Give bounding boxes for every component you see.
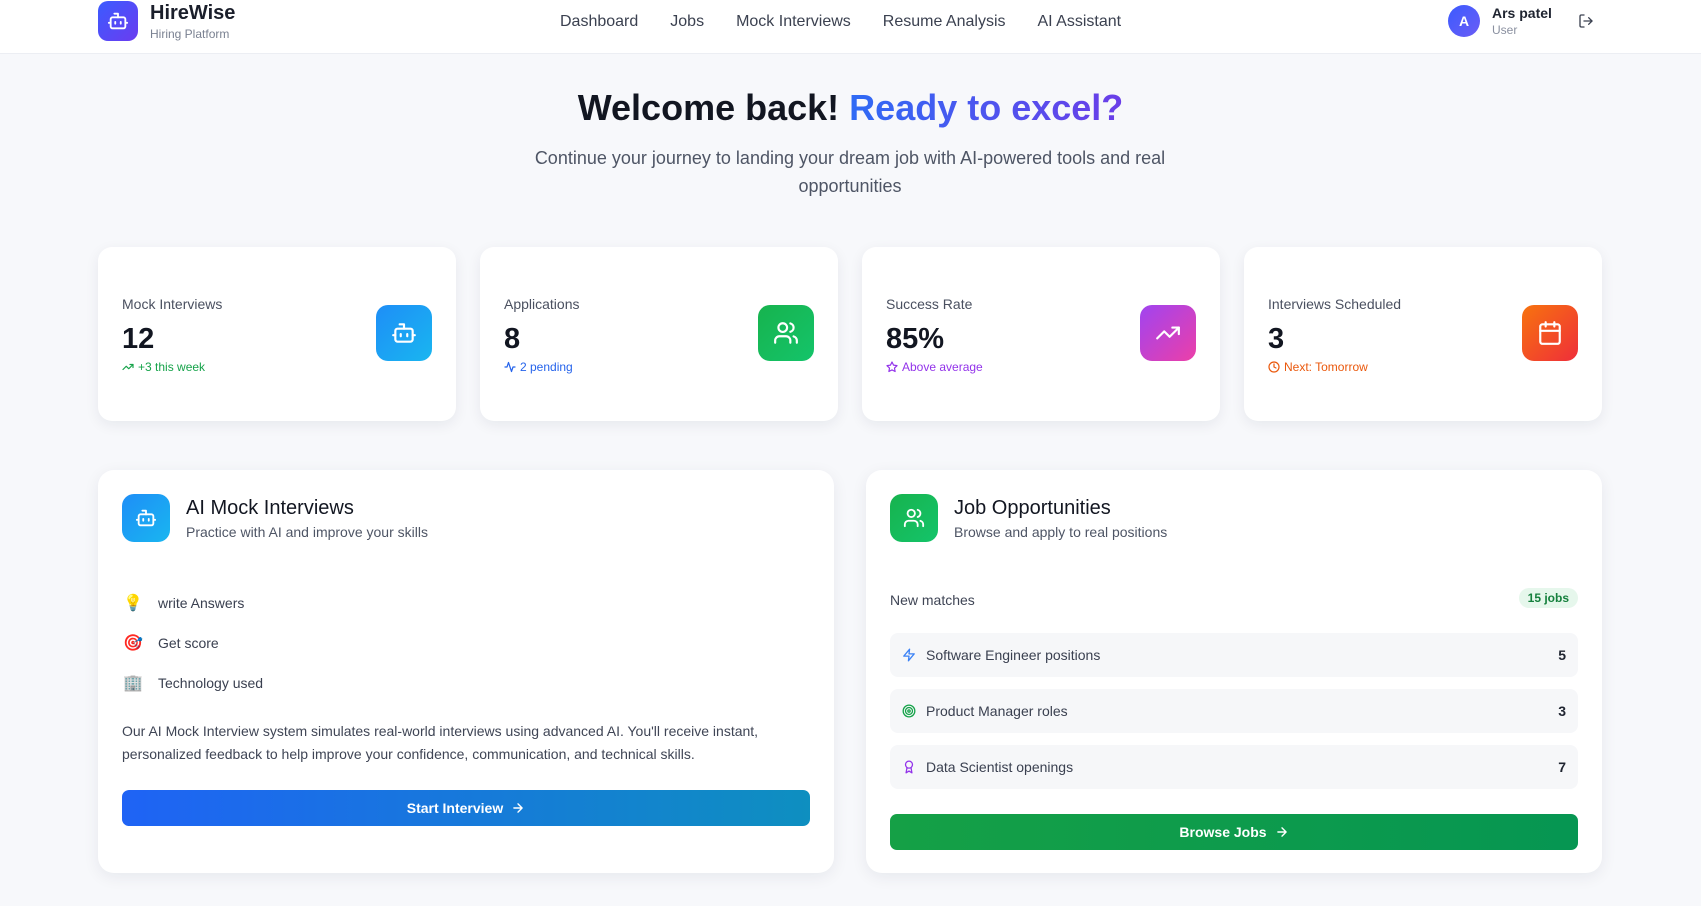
target-icon: 🎯 [123, 635, 143, 652]
page-subtitle: Continue your journey to landing your dr… [534, 148, 1166, 196]
job-row-data-scientist[interactable]: Data Scientist openings 7 [890, 745, 1578, 789]
stat-card-success-rate: Success Rate 85% Above average [862, 247, 1220, 421]
stat-value: 8 [504, 323, 521, 355]
main-nav: Dashboard Jobs Mock Interviews Resume An… [560, 12, 1153, 32]
stat-label: Interviews Scheduled [1268, 296, 1402, 312]
users-icon [758, 305, 814, 361]
award-icon [902, 759, 918, 775]
start-interview-button[interactable]: Start Interview [122, 790, 810, 826]
stat-label: Mock Interviews [122, 296, 223, 312]
job-row-count: 5 [1558, 647, 1566, 663]
nav-ai-assistant[interactable]: AI Assistant [1038, 12, 1122, 32]
panel-subtitle: Browse and apply to real positions [954, 524, 1168, 540]
activity-icon [504, 361, 516, 373]
stat-note: +3 this week [122, 360, 205, 374]
matches-label: New matches [890, 592, 975, 608]
star-icon [886, 361, 898, 373]
trending-up-icon [122, 363, 134, 371]
user-role: User [1492, 23, 1518, 37]
arrow-right-icon [1276, 827, 1287, 837]
calendar-icon [1522, 305, 1578, 361]
job-row-product-manager[interactable]: Product Manager roles 3 [890, 689, 1578, 733]
title-accent: Ready to excel? [849, 87, 1124, 128]
nav-resume-analysis[interactable]: Resume Analysis [883, 12, 1006, 32]
feature-item: 🎯 Get score [123, 635, 219, 652]
mock-interviews-panel: AI Mock Interviews Practice with AI and … [98, 470, 834, 873]
stat-card-applications: Applications 8 2 pending [480, 247, 838, 421]
job-row-label: Product Manager roles [926, 703, 1068, 719]
clock-icon [1268, 361, 1280, 373]
top-navbar: HireWise Hiring Platform Dashboard Jobs … [0, 0, 1701, 54]
panel-subtitle: Practice with AI and improve your skills [186, 524, 428, 540]
panel-description: Our AI Mock Interview system simulates r… [122, 723, 759, 762]
stat-note: 2 pending [504, 360, 573, 374]
stat-value: 12 [122, 323, 155, 355]
job-opportunities-panel: Job Opportunities Browse and apply to re… [866, 470, 1602, 873]
trending-up-icon [1140, 305, 1196, 361]
stat-label: Success Rate [886, 296, 973, 312]
user-name: Ars patel [1492, 5, 1552, 21]
jobs-count-badge: 15 jobs [1518, 588, 1578, 608]
target-icon [902, 703, 918, 719]
feature-item: 💡 write Answers [123, 595, 245, 612]
stat-value: 85% [886, 323, 945, 355]
brand[interactable]: HireWise Hiring Platform [98, 1, 235, 41]
logout-icon[interactable] [1576, 11, 1596, 31]
stat-note: Next: Tomorrow [1268, 360, 1368, 374]
stat-label: Applications [504, 296, 580, 312]
nav-dashboard[interactable]: Dashboard [560, 12, 638, 32]
zap-icon [902, 647, 918, 663]
nav-mock-interviews[interactable]: Mock Interviews [736, 12, 851, 32]
stat-value: 3 [1268, 323, 1285, 355]
feature-item: 🏢 Technology used [123, 675, 264, 692]
page-title: Welcome back! Ready to excel? [0, 86, 1701, 130]
job-row-count: 7 [1558, 759, 1566, 775]
robot-icon [122, 494, 170, 542]
title-plain: Welcome back! [577, 87, 840, 128]
job-row-label: Data Scientist openings [926, 759, 1074, 775]
building-icon: 🏢 [123, 675, 143, 692]
brand-subtitle: Hiring Platform [150, 27, 230, 41]
lightbulb-icon: 💡 [123, 595, 143, 612]
arrow-right-icon [513, 803, 524, 813]
avatar[interactable]: A [1448, 5, 1480, 37]
users-icon [890, 494, 938, 542]
stat-card-interviews-scheduled: Interviews Scheduled 3 Next: Tomorrow [1244, 247, 1602, 421]
robot-icon [98, 1, 138, 41]
browse-jobs-button[interactable]: Browse Jobs [890, 814, 1578, 850]
panel-title: AI Mock Interviews [186, 497, 354, 519]
job-row-software-engineer[interactable]: Software Engineer positions 5 [890, 633, 1578, 677]
brand-name: HireWise [150, 2, 236, 24]
job-row-count: 3 [1558, 703, 1566, 719]
panel-title: Job Opportunities [954, 497, 1111, 519]
stat-note: Above average [886, 360, 983, 374]
robot-icon [376, 305, 432, 361]
nav-jobs[interactable]: Jobs [670, 12, 704, 32]
stat-card-mock-interviews: Mock Interviews 12 +3 this week [98, 247, 456, 421]
user-menu: A Ars patel User [1448, 5, 1596, 37]
job-row-label: Software Engineer positions [926, 647, 1101, 663]
